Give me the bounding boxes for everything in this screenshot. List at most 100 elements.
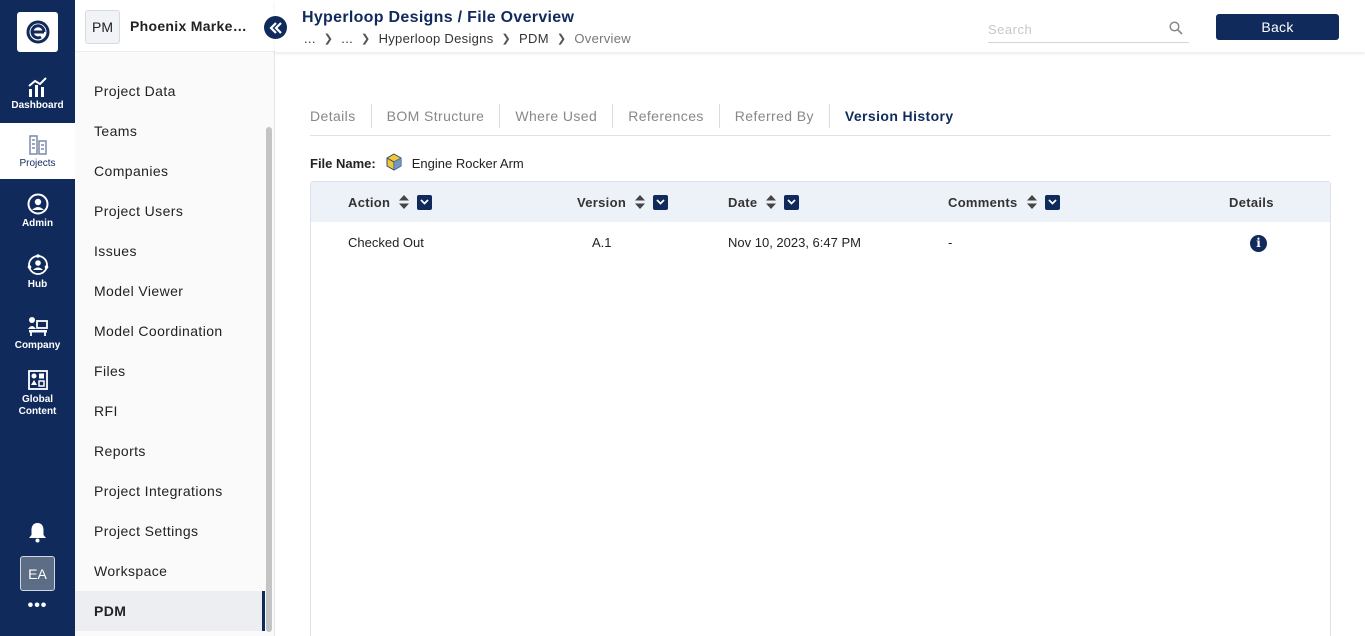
breadcrumb-item[interactable]: ... [304,31,316,46]
sort-icon[interactable] [1026,195,1037,209]
sidebar-item-model-coordination[interactable]: Model Coordination [75,311,265,351]
column-header-label: Version [577,194,627,210]
breadcrumb-current: Overview [574,31,631,46]
search-input[interactable] [988,17,1163,41]
tab-details[interactable]: Details [310,103,372,128]
file-name-row: File Name: Engine Rocker Arm [310,153,524,174]
more-options-icon[interactable]: ••• [0,597,75,615]
chevron-right-icon: ❯ [501,33,512,45]
sidebar-scrollbar[interactable] [266,127,272,632]
column-header-label: Date [728,194,758,210]
sidebar-item-teams[interactable]: Teams [75,111,265,151]
logo-icon [26,20,49,44]
sidebar-item-project-data[interactable]: Project Data [75,71,265,111]
chevron-down-icon [787,199,797,205]
column-header-date[interactable]: Date [728,182,800,222]
column-header-label: Details [1229,194,1274,210]
rail-item-projects[interactable]: Projects [0,123,75,179]
project-nav-list: Project Data Teams Companies Project Use… [75,71,265,631]
app-rail: Dashboard Projects Admin Hub Company Glo… [0,0,75,636]
project-sidebar: PM Phoenix Marketplace Project Data Team… [75,0,275,636]
breadcrumb: ... ❯ ... ❯ Hyperloop Designs ❯ PDM ❯ Ov… [304,31,631,46]
sidebar-item-workspace[interactable]: Workspace [75,551,265,591]
sidebar-item-pdm[interactable]: PDM [75,591,265,631]
chevron-right-icon: ❯ [323,33,334,45]
version-history-table: Action Version Date Comments Details Che… [310,181,1331,636]
tab-where-used[interactable]: Where Used [500,103,614,128]
rail-item-hub[interactable]: Hub [0,244,75,300]
tab-version-history[interactable]: Version History [830,104,969,128]
search-icon[interactable] [1169,21,1183,40]
file-name-label: File Name: [310,156,376,171]
column-header-comments[interactable]: Comments [948,182,1060,222]
sort-icon[interactable] [399,195,410,209]
rail-item-global-content[interactable]: Global Content [0,365,75,421]
rail-item-admin[interactable]: Admin [0,183,75,239]
chevron-right-icon: ❯ [361,33,371,45]
info-icon[interactable]: i [1250,235,1267,252]
sidebar-item-model-viewer[interactable]: Model Viewer [75,271,265,311]
column-header-version[interactable]: Version [577,182,669,222]
sidebar-item-reports[interactable]: Reports [75,431,265,471]
chevron-down-icon [420,199,429,205]
rail-item-label: Dashboard [11,99,64,111]
cell-version: A.1 [592,235,612,250]
rail-item-label: Projects [19,157,56,169]
chevron-down-icon [656,199,665,205]
double-chevron-left-icon [268,21,282,34]
sidebar-item-rfi[interactable]: RFI [75,391,265,431]
column-filter-dropdown[interactable] [784,194,800,210]
chevron-right-icon: ❯ [556,33,567,45]
collapse-sidebar-button[interactable] [264,16,287,39]
file-name-value: Engine Rocker Arm [411,156,524,171]
file-tabs: Details BOM Structure Where Used Referen… [310,96,1331,136]
hub-icon [27,253,48,275]
rail-item-company[interactable]: Company [0,305,75,361]
cell-comments: - [948,235,953,250]
app-logo[interactable] [17,12,58,52]
sidebar-item-issues[interactable]: Issues [75,231,265,271]
breadcrumb-item[interactable]: ... [341,31,353,46]
sidebar-item-project-users[interactable]: Project Users [75,191,265,231]
chart-icon [27,76,47,97]
column-filter-dropdown[interactable] [1044,194,1060,210]
rail-item-label: Global Content [18,393,57,417]
sidebar-item-companies[interactable]: Companies [75,151,265,191]
column-filter-dropdown[interactable] [417,194,433,210]
rail-item-label: Admin [21,217,54,229]
cell-date: Nov 10, 2023, 6:47 PM [728,235,861,250]
company-icon [27,316,48,336]
table-row: Checked Out A.1 Nov 10, 2023, 6:47 PM - … [311,222,1330,264]
global-content-icon [27,369,48,390]
back-button[interactable]: Back [1216,14,1339,40]
sidebar-item-project-integrations[interactable]: Project Integrations [75,471,265,511]
buildings-icon [28,134,47,155]
rail-item-dashboard[interactable]: Dashboard [0,66,75,122]
tab-references[interactable]: References [613,103,720,128]
sidebar-item-project-settings[interactable]: Project Settings [75,511,265,551]
tab-bom-structure[interactable]: BOM Structure [372,103,501,128]
sidebar-item-files[interactable]: Files [75,351,265,391]
column-header-label: Comments [948,194,1018,210]
page-title: Hyperloop Designs / File Overview [302,9,575,26]
user-avatar[interactable]: EA [20,556,55,591]
cell-action: Checked Out [348,235,424,250]
column-header-label: Action [348,194,391,210]
chevron-down-icon [1047,199,1057,205]
project-name[interactable]: Phoenix Marketplace [130,18,250,34]
breadcrumb-item[interactable]: PDM [519,31,549,46]
part-file-icon [385,153,403,174]
column-header-action[interactable]: Action [348,182,433,222]
sort-icon[interactable] [635,195,646,209]
breadcrumb-item[interactable]: Hyperloop Designs [379,31,494,46]
search-box [988,17,1189,43]
project-initials[interactable]: PM [85,10,120,44]
admin-icon [27,193,48,214]
tab-referred-by[interactable]: Referred By [720,103,830,128]
rail-item-label: Company [14,339,61,351]
project-header: PM Phoenix Marketplace [75,0,275,52]
sort-icon[interactable] [766,195,777,209]
notifications-bell-icon[interactable] [27,521,48,548]
column-filter-dropdown[interactable] [653,194,669,210]
rail-item-label: Hub [27,278,48,290]
